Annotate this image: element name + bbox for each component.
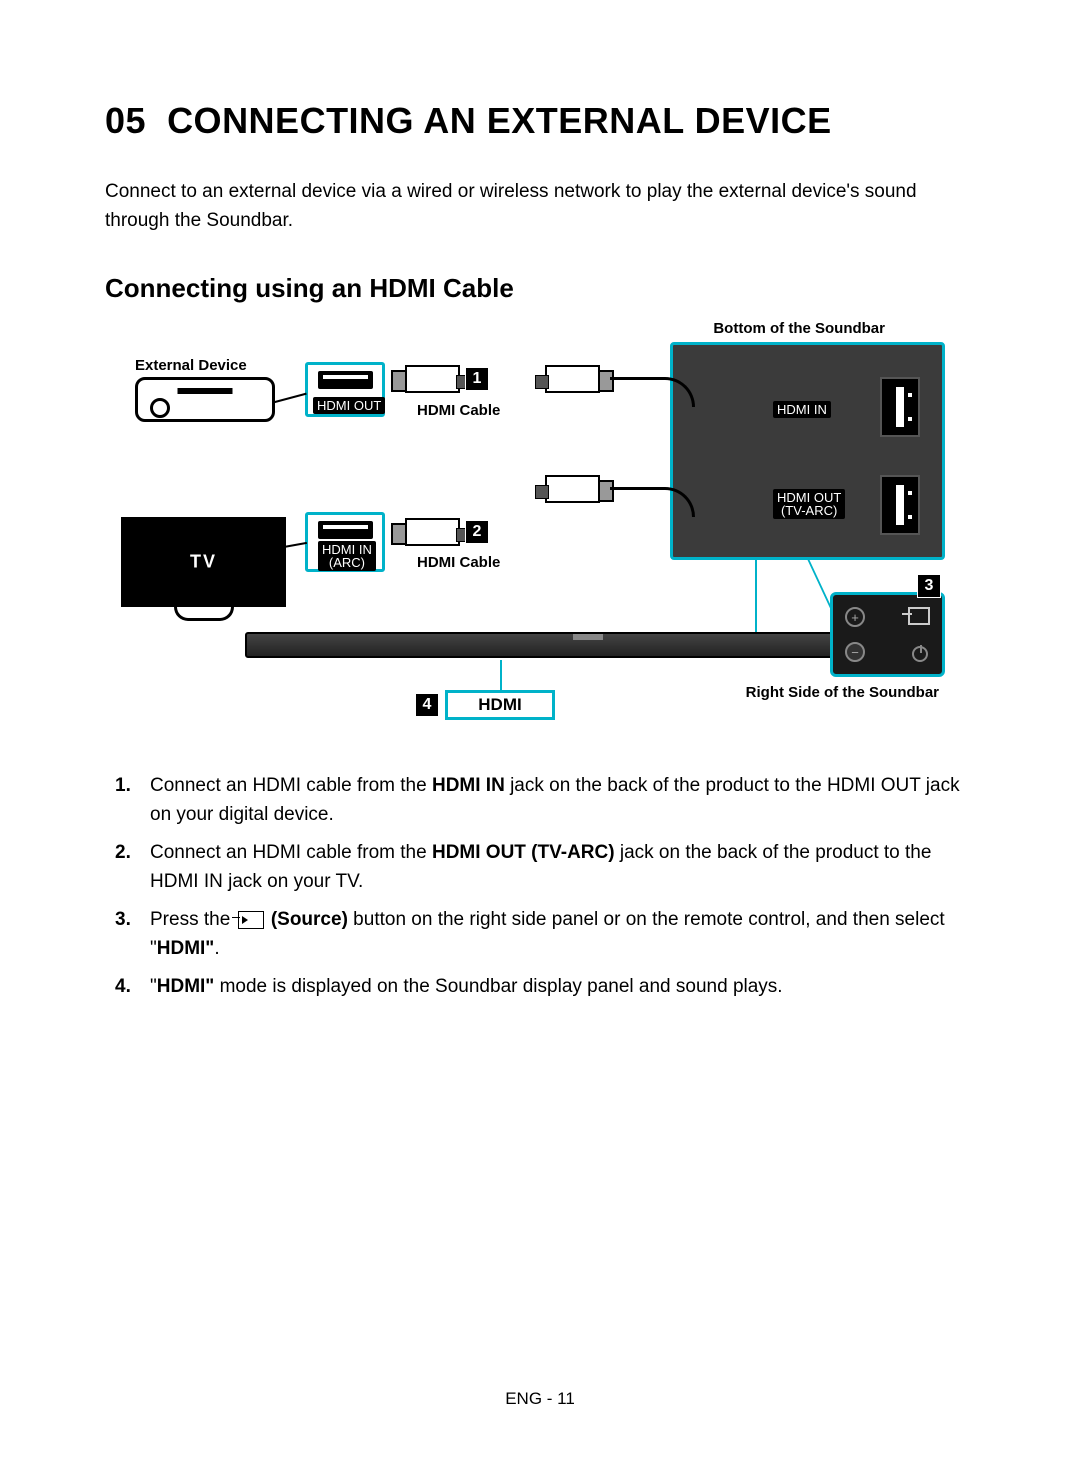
- hdmi-connector-icon: [545, 475, 600, 503]
- instruction-list: Connect an HDMI cable from the HDMI IN j…: [105, 772, 975, 1002]
- right-side-label: Right Side of the Soundbar: [746, 684, 939, 701]
- hdmi-out-tvarc-label: HDMI OUT (TV-ARC): [773, 489, 845, 519]
- external-device-label: External Device: [135, 357, 247, 374]
- chapter-number: 05: [105, 100, 146, 141]
- step-marker-3: 3: [917, 574, 941, 598]
- chapter-title: 05 CONNECTING AN EXTERNAL DEVICE: [105, 100, 975, 142]
- instruction-step-4: "HDMI" mode is displayed on the Soundbar…: [105, 973, 975, 1002]
- tv-icon: TV: [121, 517, 286, 627]
- hdmi-connector-icon: [545, 365, 600, 393]
- intro-text: Connect to an external device via a wire…: [105, 178, 975, 235]
- power-icon: [912, 646, 928, 662]
- hdmi-out-port: [880, 475, 920, 535]
- link-line: [500, 660, 502, 690]
- hdmi-cable-label-2: HDMI Cable: [417, 554, 500, 571]
- step-marker-1: 1: [465, 367, 489, 391]
- source-icon: [238, 911, 264, 929]
- tv-label: TV: [190, 552, 217, 573]
- instruction-step-1: Connect an HDMI cable from the HDMI IN j…: [105, 772, 975, 829]
- hdmi-out-label: HDMI OUT: [313, 397, 385, 414]
- hdmi-connector-icon: [405, 365, 460, 393]
- instruction-step-3: Press the (Source) button on the right s…: [105, 906, 975, 963]
- source-icon: [908, 607, 930, 625]
- hdmi-in-port: [880, 377, 920, 437]
- step-marker-2: 2: [465, 520, 489, 544]
- volume-down-icon: −: [845, 642, 865, 662]
- page-footer: ENG - 11: [0, 1389, 1080, 1409]
- soundbar-rear-panel: HDMI IN HDMI OUT (TV-ARC): [670, 342, 945, 560]
- soundbar-body-icon: [245, 632, 845, 658]
- hdmi-cable-label-1: HDMI Cable: [417, 402, 500, 419]
- section-title: Connecting using an HDMI Cable: [105, 273, 975, 304]
- volume-up-icon: +: [845, 607, 865, 627]
- hdmi-in-arc-label: HDMI IN (ARC): [318, 541, 376, 571]
- chapter-name: CONNECTING AN EXTERNAL DEVICE: [167, 100, 832, 141]
- external-device-icon: [135, 377, 275, 422]
- link-line: [755, 560, 757, 635]
- instruction-step-2: Connect an HDMI cable from the HDMI OUT …: [105, 839, 975, 896]
- bottom-soundbar-label: Bottom of the Soundbar: [713, 320, 885, 337]
- step-marker-4: 4: [415, 693, 439, 717]
- soundbar-side-controls: + −: [830, 592, 945, 677]
- hdmi-in-label: HDMI IN: [773, 401, 831, 418]
- hdmi-connector-icon: [405, 518, 460, 546]
- connection-diagram: External Device Bottom of the Soundbar H…: [105, 322, 975, 742]
- hdmi-display-box: HDMI: [445, 690, 555, 720]
